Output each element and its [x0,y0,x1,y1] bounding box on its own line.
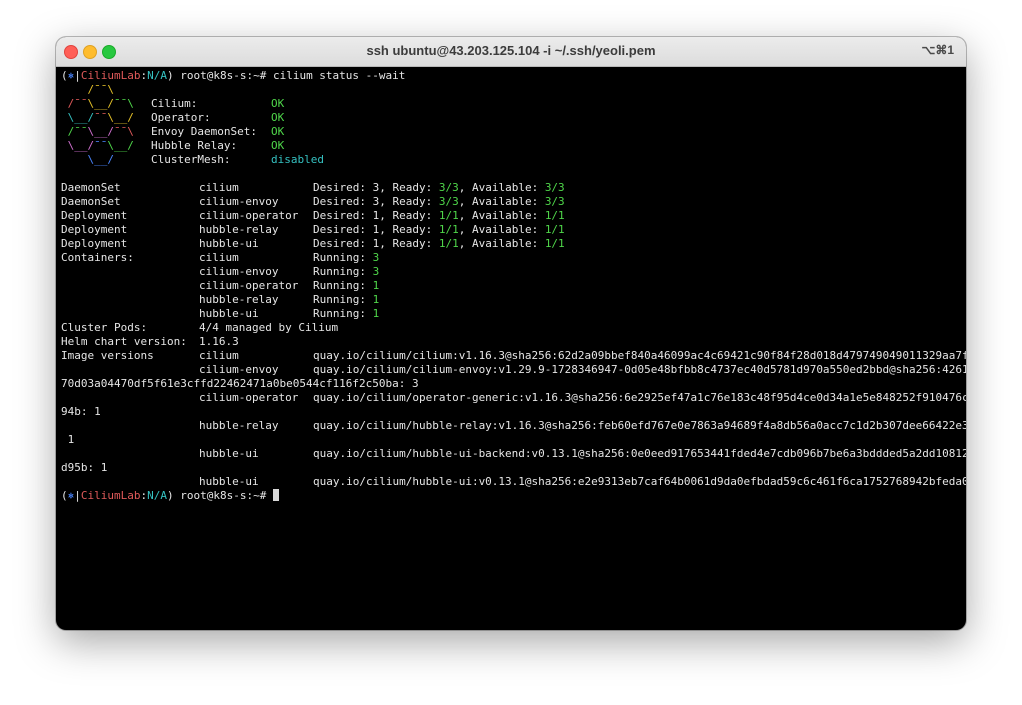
prompt-namespace: N/A [147,69,167,82]
status-value: OK [271,111,285,124]
prompt-namespace: N/A [147,489,167,502]
prompt-user-host: root@k8s-s:~# [173,69,273,82]
status-value: OK [271,125,285,138]
terminal-output[interactable]: (⎈|CiliumLab:N/A) root@k8s-s:~# cilium s… [61,69,966,625]
terminal-window: ssh ubuntu@43.203.125.104 -i ~/.ssh/yeol… [56,37,966,630]
status-value: disabled [271,153,324,166]
window-title: ssh ubuntu@43.203.125.104 -i ~/.ssh/yeol… [366,43,656,58]
prompt-user-host: root@k8s-s:~# [173,489,273,502]
cilium-logo-icon: /¯¯\ /¯¯\__/¯¯\ \__/¯¯\__/ /¯¯\__/¯¯\ \_… [61,83,134,166]
command-text: cilium status --wait [272,69,406,82]
tab-shortcut: ⌥⌘1 [921,43,954,57]
prompt-context: CiliumLab [80,69,141,82]
title-bar[interactable]: ssh ubuntu@43.203.125.104 -i ~/.ssh/yeol… [56,37,966,67]
status-value: OK [271,97,285,110]
prompt-line: (⎈|CiliumLab:N/A) root@k8s-s:~# cilium s… [61,69,406,82]
status-value: OK [271,139,285,152]
text-cursor[interactable] [272,489,279,501]
prompt-context: CiliumLab [80,489,141,502]
prompt-line-current[interactable]: (⎈|CiliumLab:N/A) root@k8s-s:~# [61,489,279,503]
